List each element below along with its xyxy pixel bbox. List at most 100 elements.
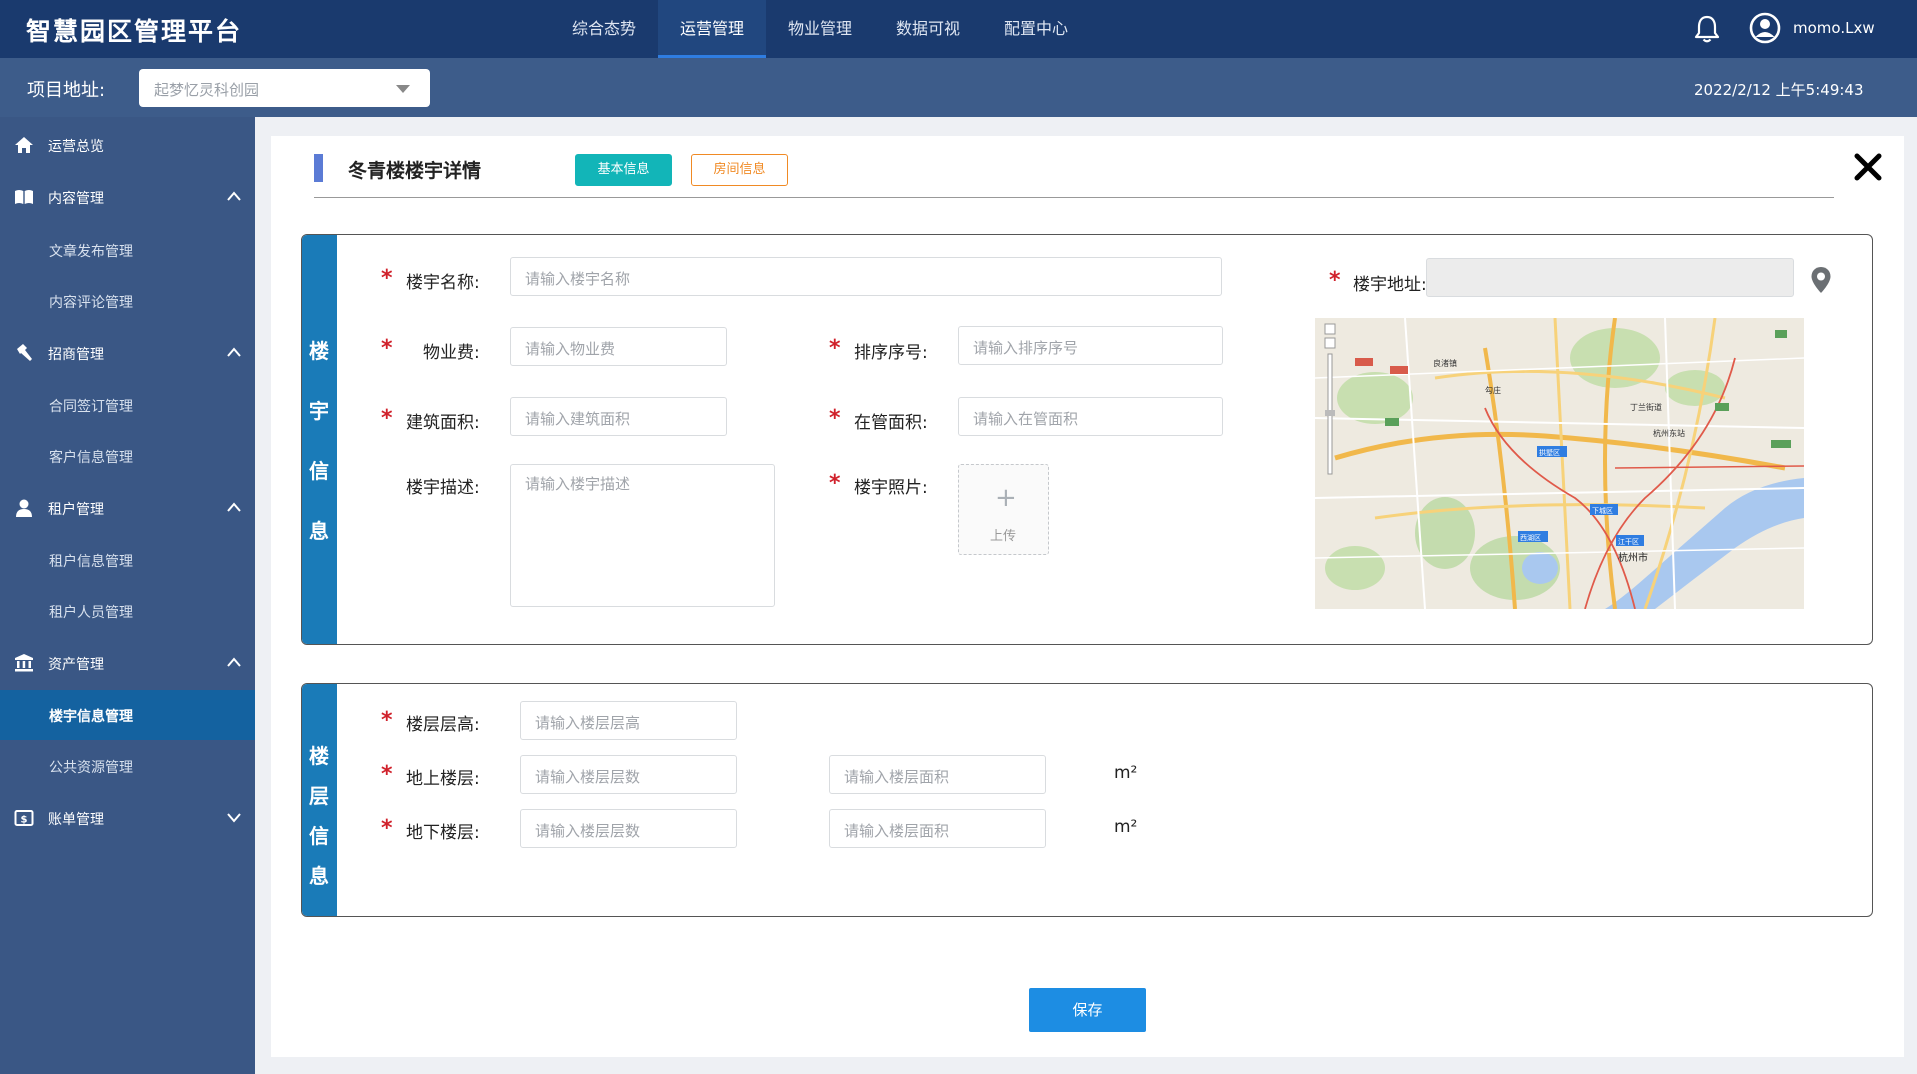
svg-text:杭州东站: 杭州东站: [1653, 428, 1685, 438]
building-address-label: 楼宇地址:: [1353, 275, 1427, 295]
required-asterisk: *: [381, 266, 393, 291]
sidebar-item-contract[interactable]: 合同签订管理: [0, 380, 255, 430]
plus-icon: +: [995, 483, 1017, 513]
managed-area-label: 在管面积:: [854, 413, 928, 433]
sidebar-item-tenant-staff[interactable]: 租户人员管理: [0, 586, 255, 636]
above-floor-area-input[interactable]: 请输入楼层面积: [829, 755, 1046, 794]
svg-text:拱墅区: 拱墅区: [1539, 448, 1560, 457]
area-unit: m²: [1114, 817, 1138, 837]
nav-overview[interactable]: 综合态势: [550, 0, 658, 58]
section-tag-char: 信: [309, 824, 329, 848]
sidebar-item-comment[interactable]: 内容评论管理: [0, 276, 255, 326]
required-asterisk: *: [381, 816, 393, 841]
chevron-up-icon: [227, 657, 241, 667]
area-unit: m²: [1114, 763, 1138, 783]
close-icon[interactable]: [1853, 152, 1883, 182]
svg-text:下城区: 下城区: [1592, 507, 1613, 515]
required-asterisk: *: [381, 406, 393, 431]
floor-height-input[interactable]: 请输入楼层层高: [520, 701, 737, 740]
tab-basic-info[interactable]: 基本信息: [575, 154, 672, 186]
sidebar-item-content[interactable]: 内容管理: [0, 172, 255, 222]
sidebar-item-tenant-info[interactable]: 租户信息管理: [0, 535, 255, 585]
above-floor-count-input[interactable]: 请输入楼层层数: [520, 755, 737, 794]
sidebar-item-article-publish[interactable]: 文章发布管理: [0, 225, 255, 275]
required-asterisk: *: [381, 762, 393, 787]
sidebar-item-label: 运营总览: [48, 139, 104, 155]
sidebar-item-customer[interactable]: 客户信息管理: [0, 431, 255, 481]
chevron-up-icon: [227, 191, 241, 201]
sidebar-item-building-info[interactable]: 楼宇信息管理: [0, 690, 255, 740]
sidebar-item-billing[interactable]: $ 账单管理: [0, 793, 255, 843]
top-bar: 智慧园区管理平台 综合态势 运营管理 物业管理 数据可视 配置中心 momo.L…: [0, 0, 1917, 58]
sidebar: 运营总览 内容管理 文章发布管理 内容评论管理 招商管理 合同签订管理 客户信息…: [0, 117, 255, 1074]
property-fee-label: 物业费:: [423, 343, 480, 363]
required-asterisk: *: [829, 336, 841, 361]
save-button[interactable]: 保存: [1029, 988, 1146, 1032]
nav-data-visual[interactable]: 数据可视: [874, 0, 982, 58]
building-name-input[interactable]: 请输入楼宇名称: [510, 257, 1222, 296]
sidebar-item-label: 租户人员管理: [49, 605, 133, 621]
project-label: 项目地址:: [27, 80, 106, 101]
svg-text:良渚镇: 良渚镇: [1433, 358, 1457, 368]
section-tag-char: 信: [309, 459, 329, 483]
app-logo: 智慧园区管理平台: [26, 17, 243, 46]
sidebar-item-assets[interactable]: 资产管理: [0, 638, 255, 688]
nav-config[interactable]: 配置中心: [982, 0, 1090, 58]
user-icon: [16, 499, 32, 517]
building-address-input[interactable]: [1426, 258, 1794, 297]
section-tag-building: 楼 宇 信 息: [302, 235, 337, 644]
tab-room-info[interactable]: 房间信息: [691, 154, 788, 186]
required-asterisk: *: [381, 336, 393, 361]
location-pin-icon[interactable]: [1810, 266, 1832, 294]
sidebar-item-label: 公共资源管理: [49, 760, 133, 776]
nav-property[interactable]: 物业管理: [766, 0, 874, 58]
nav-operations[interactable]: 运营管理: [658, 0, 766, 58]
datetime: 2022/2/12 上午5:49:43: [1694, 81, 1864, 99]
sidebar-item-label: 内容管理: [48, 191, 104, 207]
sidebar-item-overview[interactable]: 运营总览: [0, 120, 255, 170]
below-ground-label: 地下楼层:: [406, 823, 480, 843]
building-photo-label: 楼宇照片:: [854, 478, 928, 498]
title-divider: [314, 154, 1834, 198]
section-tag-char: 息: [309, 519, 329, 543]
svg-text:丁兰街道: 丁兰街道: [1630, 402, 1662, 412]
sort-order-input[interactable]: 请输入排序序号: [958, 326, 1223, 365]
chevron-down-icon: [227, 813, 241, 823]
building-name-label: 楼宇名称:: [406, 273, 480, 293]
below-floor-count-input[interactable]: 请输入楼层层数: [520, 809, 737, 848]
svg-text:$: $: [21, 815, 28, 826]
sidebar-item-label: 楼宇信息管理: [49, 709, 133, 725]
sidebar-item-label: 招商管理: [48, 347, 104, 363]
username[interactable]: momo.Lxw: [1793, 19, 1875, 37]
required-asterisk: *: [1329, 268, 1341, 293]
building-detail-panel: 冬青楼楼宇详情 基本信息 房间信息 楼 宇 信 息 * 楼宇名称: 请输入楼宇名…: [271, 136, 1904, 1057]
project-select[interactable]: 起梦忆灵科创园: [139, 69, 430, 107]
sidebar-item-tenant[interactable]: 租户管理: [0, 483, 255, 533]
sidebar-item-investment[interactable]: 招商管理: [0, 328, 255, 378]
floor-info-section-box: 楼 层 信 息 * 楼层层高: 请输入楼层层高 * 地上楼层: 请输入楼层层数 …: [301, 683, 1873, 917]
building-info-section: 楼 宇 信 息 * 楼宇名称: 请输入楼宇名称 * 楼宇地址: * 物业费: 请…: [301, 234, 1873, 645]
section-tag-char: 楼: [309, 744, 329, 768]
title-accent-bar: [314, 154, 323, 182]
required-asterisk: *: [829, 471, 841, 496]
chevron-up-icon: [227, 502, 241, 512]
sidebar-item-public-resources[interactable]: 公共资源管理: [0, 741, 255, 791]
chevron-up-icon: [227, 347, 241, 357]
managed-area-input[interactable]: 请输入在管面积: [958, 397, 1223, 436]
bell-icon[interactable]: [1693, 14, 1721, 44]
home-icon: [15, 137, 33, 153]
section-tag-char: 宇: [309, 399, 329, 423]
building-desc-textarea[interactable]: 请输入楼宇描述: [510, 464, 775, 607]
upload-label: 上传: [990, 529, 1017, 544]
property-fee-input[interactable]: 请输入物业费: [510, 327, 727, 366]
below-floor-area-input[interactable]: 请输入楼层面积: [829, 809, 1046, 848]
sidebar-item-label: 内容评论管理: [49, 295, 133, 311]
project-bar: 项目地址: 起梦忆灵科创园 2022/2/12 上午5:49:43: [0, 58, 1917, 117]
bank-icon: [15, 654, 33, 672]
avatar-icon[interactable]: [1749, 12, 1781, 44]
building-area-input[interactable]: 请输入建筑面积: [510, 397, 727, 436]
location-map[interactable]: 良渚镇 勾庄 丁兰街道 杭州东站 拱墅区 下城区 西湖区 江干区 杭州市: [1315, 318, 1804, 609]
photo-upload[interactable]: + 上传: [958, 464, 1049, 555]
page-title: 冬青楼楼宇详情: [348, 160, 482, 182]
sidebar-item-label: 合同签订管理: [49, 399, 133, 415]
